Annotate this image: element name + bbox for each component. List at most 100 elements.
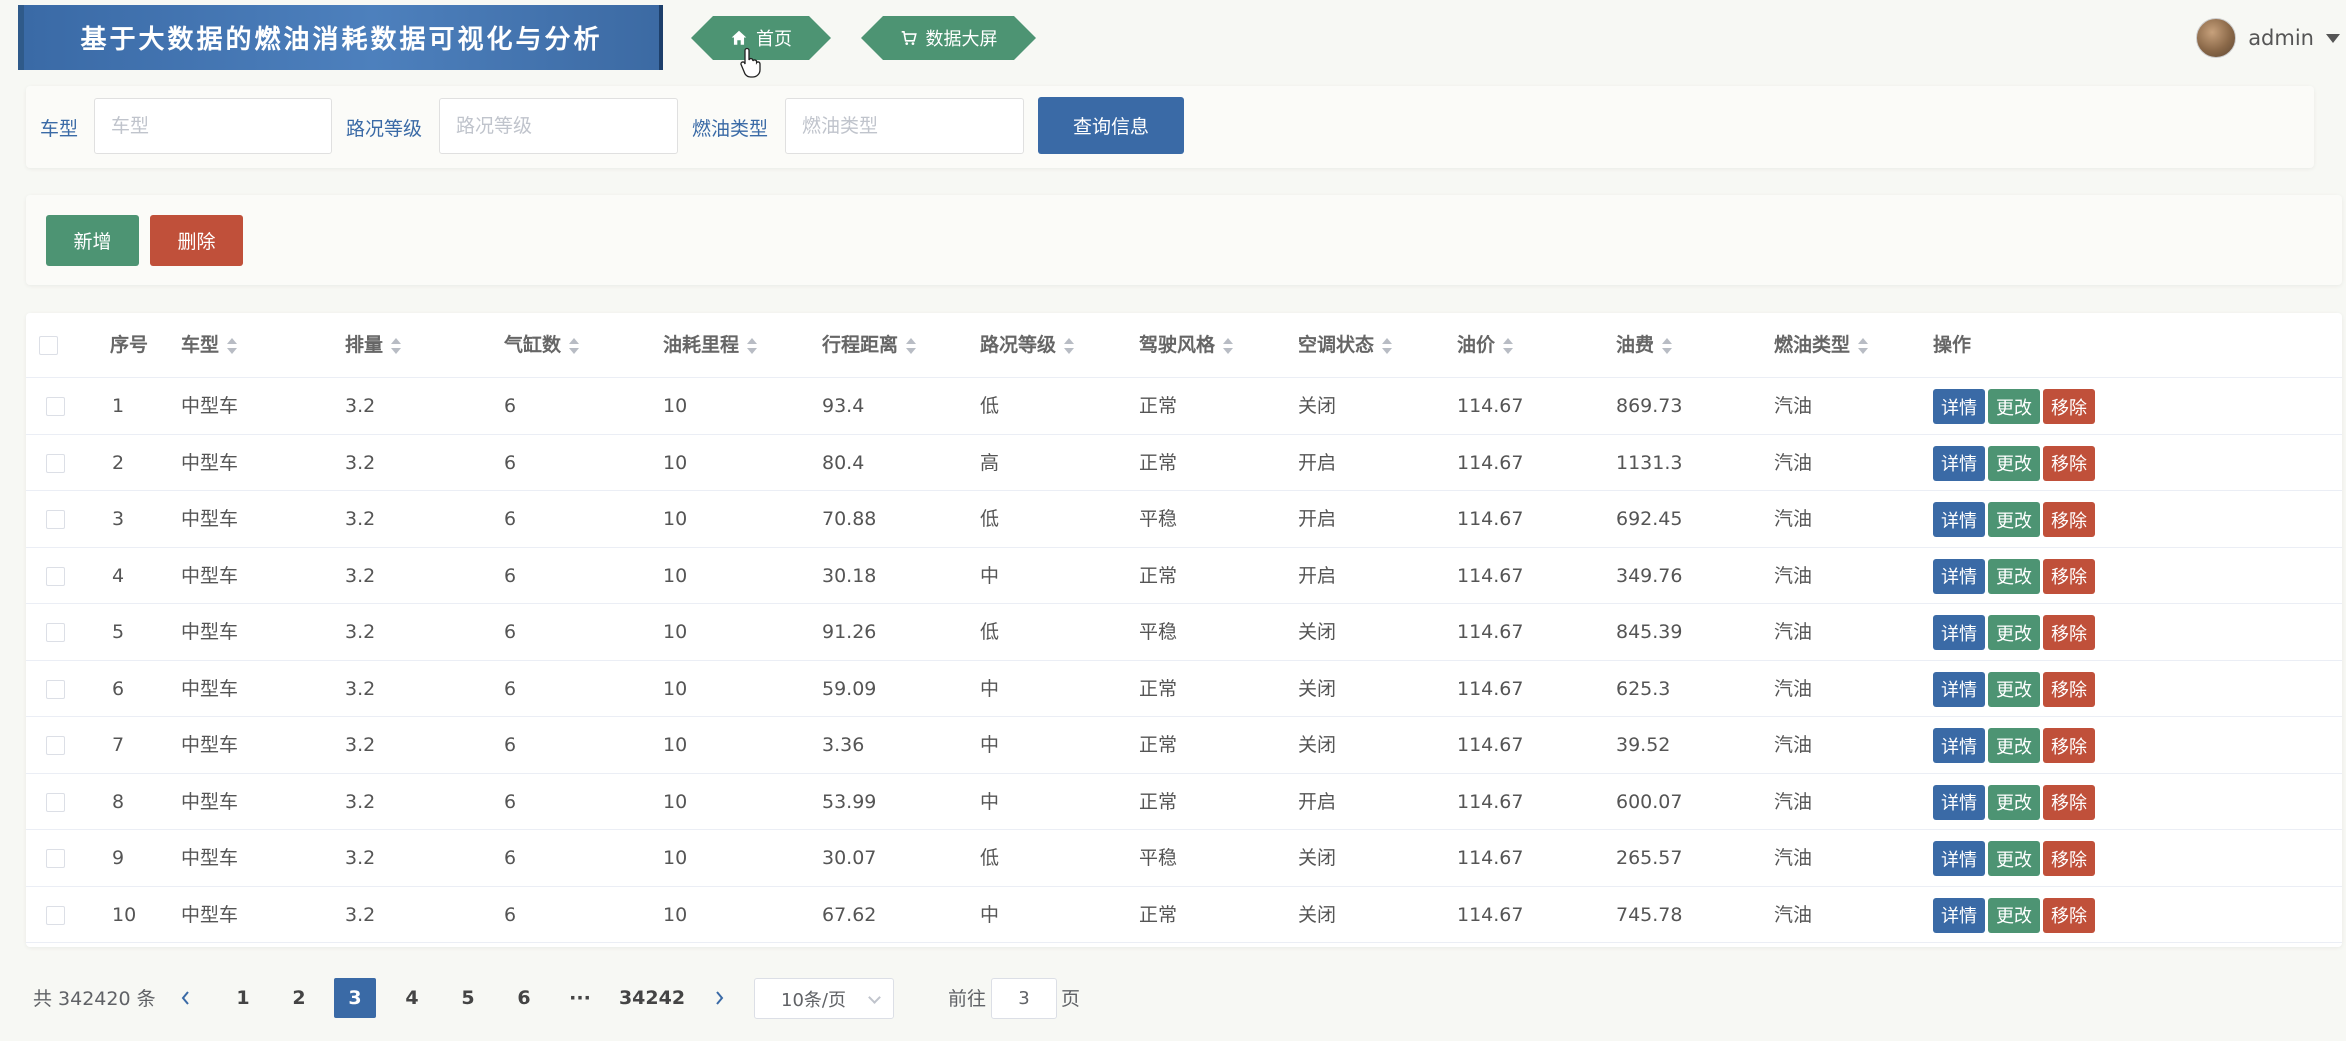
page-number[interactable]: 1 bbox=[222, 978, 264, 1018]
remove-button[interactable]: 移除 bbox=[2043, 445, 2095, 481]
edit-button[interactable]: 更改 bbox=[1988, 502, 2040, 537]
remove-button[interactable]: 移除 bbox=[2043, 897, 2095, 933]
edit-button[interactable]: 更改 bbox=[1988, 897, 2040, 933]
column-header[interactable]: 燃油类型 bbox=[1774, 313, 1869, 378]
cell-driving-style: 正常 bbox=[1139, 790, 1178, 813]
row-checkbox[interactable] bbox=[46, 736, 65, 755]
next-page-button[interactable] bbox=[698, 978, 740, 1018]
cell-displacement: 3.2 bbox=[345, 395, 376, 417]
cell-trip-distance: 59.09 bbox=[822, 677, 877, 700]
detail-button[interactable]: 详情 bbox=[1933, 897, 1985, 933]
cell-trip-distance: 53.99 bbox=[822, 790, 877, 813]
remove-button[interactable]: 移除 bbox=[2043, 558, 2095, 594]
username[interactable]: admin bbox=[2248, 26, 2314, 50]
detail-button[interactable]: 详情 bbox=[1933, 558, 1985, 594]
page-number[interactable]: 2 bbox=[278, 978, 320, 1018]
column-header[interactable]: 油耗里程 bbox=[663, 313, 758, 378]
detail-button[interactable]: 详情 bbox=[1933, 502, 1985, 537]
row-checkbox[interactable] bbox=[46, 905, 65, 925]
detail-button[interactable]: 详情 bbox=[1933, 841, 1985, 876]
remove-button[interactable]: 移除 bbox=[2043, 502, 2095, 537]
fuel-type-input[interactable] bbox=[785, 98, 1024, 154]
sort-icon[interactable] bbox=[227, 337, 238, 355]
edit-button[interactable]: 更改 bbox=[1988, 389, 2040, 424]
edit-button[interactable]: 更改 bbox=[1988, 841, 2040, 876]
row-checkbox[interactable] bbox=[46, 623, 65, 642]
edit-button[interactable]: 更改 bbox=[1988, 784, 2040, 820]
column-header[interactable]: 油价 bbox=[1457, 313, 1514, 378]
cell-trip-distance: 30.18 bbox=[822, 564, 877, 587]
cell-vehicle-type: 中型车 bbox=[181, 847, 239, 869]
detail-button[interactable]: 详情 bbox=[1933, 615, 1985, 650]
sort-icon[interactable] bbox=[1064, 337, 1075, 355]
chevron-right-icon[interactable] bbox=[713, 990, 725, 1006]
edit-button[interactable]: 更改 bbox=[1988, 558, 2040, 594]
edit-button[interactable]: 更改 bbox=[1988, 445, 2040, 481]
cell-row-index: 4 bbox=[112, 564, 125, 587]
chevron-down-icon[interactable] bbox=[868, 991, 881, 1004]
caret-down-icon[interactable] bbox=[2326, 33, 2340, 43]
row-checkbox[interactable] bbox=[46, 566, 65, 586]
page-number[interactable]: 3 bbox=[334, 978, 376, 1018]
cell-row-index: 5 bbox=[112, 621, 125, 643]
column-header[interactable]: 行程距离 bbox=[822, 313, 917, 378]
row-checkbox[interactable] bbox=[46, 453, 65, 473]
row-checkbox[interactable] bbox=[46, 849, 65, 868]
column-header[interactable]: 空调状态 bbox=[1298, 313, 1393, 378]
prev-page-button[interactable] bbox=[165, 978, 207, 1018]
detail-button[interactable]: 详情 bbox=[1933, 671, 1985, 707]
row-checkbox[interactable] bbox=[46, 397, 65, 416]
remove-button[interactable]: 移除 bbox=[2043, 841, 2095, 876]
row-checkbox[interactable] bbox=[46, 679, 65, 699]
column-header[interactable]: 车型 bbox=[181, 313, 238, 378]
sort-icon[interactable] bbox=[906, 337, 917, 355]
sort-icon[interactable] bbox=[391, 337, 402, 355]
delete-button[interactable]: 删除 bbox=[150, 215, 243, 266]
column-header[interactable]: 气缸数 bbox=[504, 313, 580, 378]
row-checkbox[interactable] bbox=[46, 510, 65, 529]
detail-button[interactable]: 详情 bbox=[1933, 389, 1985, 424]
vehicle-type-input[interactable] bbox=[94, 98, 332, 154]
add-button[interactable]: 新增 bbox=[46, 215, 139, 266]
query-button[interactable]: 查询信息 bbox=[1038, 97, 1184, 154]
edit-button[interactable]: 更改 bbox=[1988, 671, 2040, 707]
road-level-input[interactable] bbox=[439, 98, 678, 154]
row-checkbox[interactable] bbox=[46, 792, 65, 812]
detail-button[interactable]: 详情 bbox=[1933, 728, 1985, 763]
detail-button[interactable]: 详情 bbox=[1933, 445, 1985, 481]
sort-icon[interactable] bbox=[747, 337, 758, 355]
cell-fuel-price: 114.67 bbox=[1457, 677, 1524, 700]
page-number[interactable]: 6 bbox=[503, 978, 545, 1018]
sort-icon[interactable] bbox=[1503, 337, 1514, 355]
remove-button[interactable]: 移除 bbox=[2043, 389, 2095, 424]
page-number[interactable]: 34242 bbox=[619, 978, 685, 1018]
detail-button[interactable]: 详情 bbox=[1933, 784, 1985, 820]
page-size-select[interactable]: 10条/页 bbox=[754, 978, 894, 1019]
column-header[interactable]: 排量 bbox=[345, 313, 402, 378]
page-number[interactable]: 4 bbox=[391, 978, 433, 1018]
column-header[interactable]: 油费 bbox=[1616, 313, 1673, 378]
remove-button[interactable]: 移除 bbox=[2043, 671, 2095, 707]
sort-icon[interactable] bbox=[569, 337, 580, 355]
nav-dashboard-button[interactable]: 数据大屏 bbox=[861, 16, 1036, 60]
sort-icon[interactable] bbox=[1858, 337, 1869, 355]
page-number[interactable]: 5 bbox=[447, 978, 489, 1018]
remove-button[interactable]: 移除 bbox=[2043, 728, 2095, 763]
user-menu[interactable]: admin bbox=[2196, 18, 2346, 58]
sort-icon[interactable] bbox=[1382, 337, 1393, 355]
page-ellipsis[interactable]: ··· bbox=[559, 978, 601, 1018]
remove-button[interactable]: 移除 bbox=[2043, 615, 2095, 650]
chevron-left-icon[interactable] bbox=[180, 990, 192, 1006]
edit-button[interactable]: 更改 bbox=[1988, 615, 2040, 650]
cell-fuel-cost: 625.3 bbox=[1616, 677, 1671, 700]
column-header[interactable]: 路况等级 bbox=[980, 313, 1075, 378]
sort-icon[interactable] bbox=[1223, 337, 1234, 355]
edit-button[interactable]: 更改 bbox=[1988, 728, 2040, 763]
sort-icon[interactable] bbox=[1662, 337, 1673, 355]
select-all-checkbox[interactable] bbox=[39, 336, 58, 355]
remove-button[interactable]: 移除 bbox=[2043, 784, 2095, 820]
avatar[interactable] bbox=[2196, 18, 2237, 58]
search-label-road-level: 路况等级 bbox=[346, 118, 423, 140]
column-header[interactable]: 驾驶风格 bbox=[1139, 313, 1234, 378]
goto-page-input[interactable] bbox=[991, 978, 1057, 1019]
